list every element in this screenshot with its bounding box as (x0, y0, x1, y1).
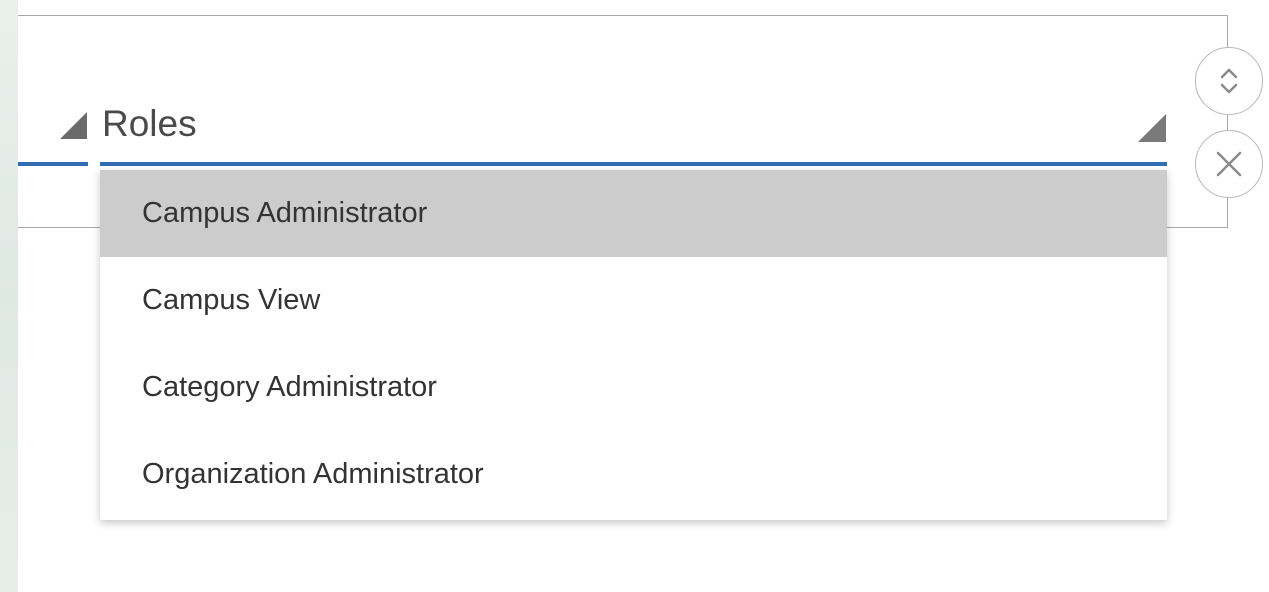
option-organization-administrator[interactable]: Organization Administrator (100, 431, 1167, 518)
option-label: Campus View (142, 284, 321, 316)
dropdown-triangle-icon[interactable] (1138, 114, 1166, 142)
side-strip (0, 0, 18, 592)
collapse-triangle-icon[interactable] (60, 112, 87, 139)
roles-dropdown-list: Campus Administrator Campus View Categor… (100, 170, 1167, 520)
reorder-button[interactable] (1195, 47, 1263, 115)
remove-button[interactable] (1195, 130, 1263, 198)
field-underline-left (18, 162, 88, 166)
option-label: Campus Administrator (142, 197, 428, 229)
option-campus-view[interactable]: Campus View (100, 257, 1167, 344)
close-icon (1216, 151, 1242, 177)
page: Roles Campus Administrator Campus View C… (0, 0, 1269, 592)
option-label: Organization Administrator (142, 458, 484, 490)
option-label: Category Administrator (142, 371, 437, 403)
option-campus-administrator[interactable]: Campus Administrator (100, 170, 1167, 257)
roles-field-label[interactable]: Roles (102, 100, 197, 148)
option-category-administrator[interactable]: Category Administrator (100, 344, 1167, 431)
up-down-chevron-icon (1220, 68, 1238, 94)
field-underline (100, 162, 1167, 166)
